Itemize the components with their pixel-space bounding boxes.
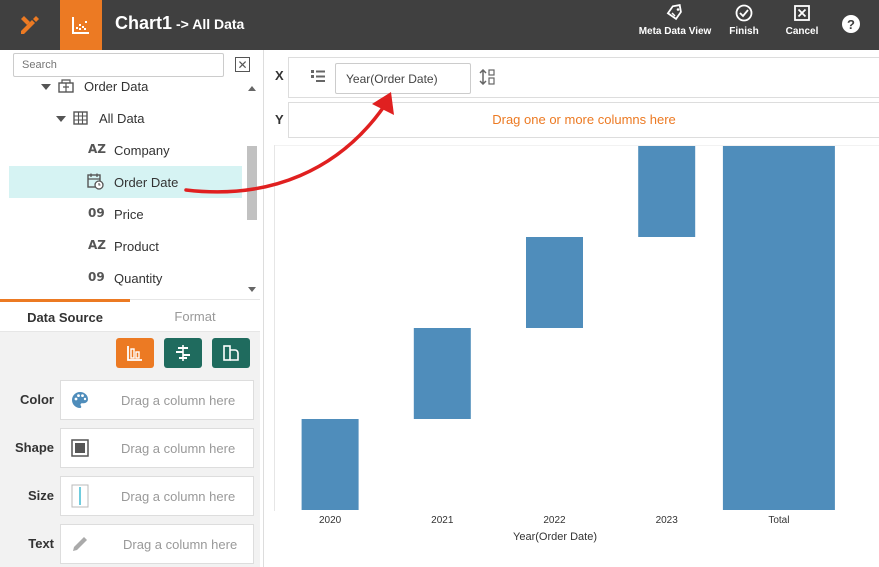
chart-mode-icon[interactable] — [60, 0, 102, 50]
pencil-icon — [69, 533, 91, 555]
bar-chart-type-button[interactable] — [116, 338, 154, 368]
app-logo-icon — [21, 16, 39, 34]
x-tick-label: Total — [768, 515, 789, 526]
bar-2022[interactable] — [526, 237, 583, 328]
size-label: Size — [27, 488, 54, 503]
y-axis-label: Y — [275, 112, 284, 127]
x-tick-label: 2021 — [431, 515, 454, 526]
x-column-pill[interactable]: Year(Order Date) — [335, 63, 471, 94]
page-title: Chart1 -> All Data — [115, 13, 244, 34]
cancel-label: Cancel — [785, 26, 819, 37]
color-field-row: Color Drag a column here — [0, 376, 260, 424]
app-logo — [0, 0, 60, 50]
top-bar: Chart1 -> All Data Meta Data View Finish … — [0, 0, 879, 50]
bar-2021[interactable] — [413, 328, 471, 419]
color-drop-zone[interactable]: Drag a column here — [60, 380, 254, 420]
tree-item-order-data[interactable]: Order Data — [0, 78, 245, 102]
tree-item-label: All Data — [99, 110, 145, 126]
tree-item-label: Company — [114, 142, 170, 158]
text-field-row: Text Drag a column here — [0, 520, 260, 567]
help-icon[interactable]: ? — [842, 15, 860, 33]
size-drop-zone[interactable]: Drag a column here — [60, 476, 254, 516]
shape-label: Shape — [14, 440, 54, 455]
date-icon — [87, 173, 104, 190]
x-axis-title: Year(Order Date) — [513, 531, 597, 543]
tree-item-label: Order Date — [114, 174, 179, 190]
layout-icon — [223, 345, 239, 361]
sort-icon[interactable] — [479, 69, 496, 85]
meta-data-view-label: Meta Data View — [638, 26, 712, 37]
tab-data-source[interactable]: Data Source — [0, 299, 130, 332]
size-placeholder: Drag a column here — [121, 489, 236, 504]
align-center-icon — [176, 345, 190, 361]
number-type-icon: 09 — [88, 206, 105, 220]
layout-type-button[interactable] — [212, 338, 250, 368]
color-label: Color — [20, 392, 54, 407]
number-type-icon: 09 — [88, 270, 105, 284]
string-type-icon: AZ — [88, 142, 106, 156]
breadcrumb: -> All Data — [176, 16, 245, 32]
text-label: Text — [28, 536, 54, 551]
bar-2023[interactable] — [638, 146, 696, 237]
cube-icon — [58, 79, 74, 93]
text-placeholder: Drag a column here — [123, 537, 238, 552]
close-box-icon — [794, 5, 810, 21]
tree-item-quantity[interactable]: 09 Quantity — [0, 262, 245, 294]
tree-item-all-data[interactable]: All Data — [0, 102, 245, 134]
tree-scrollbar[interactable] — [245, 82, 259, 298]
tree-item-label: Product — [114, 238, 159, 254]
table-icon — [73, 111, 88, 125]
search-input[interactable] — [13, 53, 224, 77]
shape-drop-zone[interactable]: Drag a column here — [60, 428, 254, 468]
chart-title: Chart1 — [115, 13, 173, 33]
tab-format[interactable]: Format — [130, 299, 260, 332]
tree-item-label: Order Data — [84, 78, 149, 94]
x-axis-row: X Year(Order Date) — [265, 50, 879, 100]
tree-item-price[interactable]: 09 Price — [0, 198, 245, 230]
x-tick-label: 2020 — [319, 515, 342, 526]
sort-type-button[interactable] — [164, 338, 202, 368]
x-tick-label: 2023 — [656, 515, 679, 526]
check-circle-icon — [735, 4, 753, 22]
chevron-down-icon[interactable] — [56, 116, 66, 122]
string-type-icon: AZ — [88, 238, 106, 252]
shape-placeholder: Drag a column here — [121, 441, 236, 456]
tree-item-company[interactable]: AZ Company — [0, 134, 245, 166]
bar-chart-icon — [127, 346, 142, 361]
x-tick-label: 2022 — [543, 515, 566, 526]
text-drop-zone[interactable]: Drag a column here — [60, 524, 254, 564]
list-icon[interactable] — [310, 69, 326, 83]
chevron-down-icon[interactable] — [41, 84, 51, 90]
close-icon[interactable]: ✕ — [235, 57, 250, 72]
tree-item-order-date[interactable]: Order Date — [9, 166, 242, 198]
tree-item-label: Quantity — [114, 270, 163, 286]
cancel-button[interactable]: Cancel — [784, 4, 820, 46]
waterfall-chart: 2020 2021 2022 2023 Total Year(Order Date) — [274, 145, 879, 543]
meta-data-view-button[interactable]: Meta Data View — [638, 4, 712, 46]
shape-field-row: Shape Drag a column here — [0, 424, 260, 472]
size-field-row: Size Drag a column here — [0, 472, 260, 520]
bar-total[interactable] — [722, 146, 835, 510]
size-icon — [69, 484, 91, 508]
scroll-up-icon[interactable] — [248, 86, 256, 91]
column-tree: Order Data All Data AZ Company Order Dat… — [0, 78, 245, 298]
shape-square-icon — [69, 437, 91, 459]
left-panel: ✕ Order Data All Data AZ Company — [0, 50, 264, 567]
panel-tabs: Data Source Format — [0, 299, 260, 332]
bar-2020[interactable] — [301, 419, 359, 510]
palette-icon — [69, 389, 91, 411]
tree-item-label: Price — [114, 206, 144, 222]
y-drop-hint: Drag one or more columns here — [492, 112, 676, 127]
y-drop-zone[interactable]: Drag one or more columns here — [288, 102, 879, 138]
tag-icon — [666, 4, 682, 21]
finish-button[interactable]: Finish — [726, 4, 762, 46]
color-placeholder: Drag a column here — [121, 393, 236, 408]
tree-item-product[interactable]: AZ Product — [0, 230, 245, 262]
scroll-thumb[interactable] — [247, 146, 257, 220]
x-drop-zone[interactable]: Year(Order Date) — [288, 57, 879, 98]
scroll-down-icon[interactable] — [248, 287, 256, 292]
x-axis-label: X — [275, 68, 284, 83]
finish-label: Finish — [729, 26, 759, 37]
